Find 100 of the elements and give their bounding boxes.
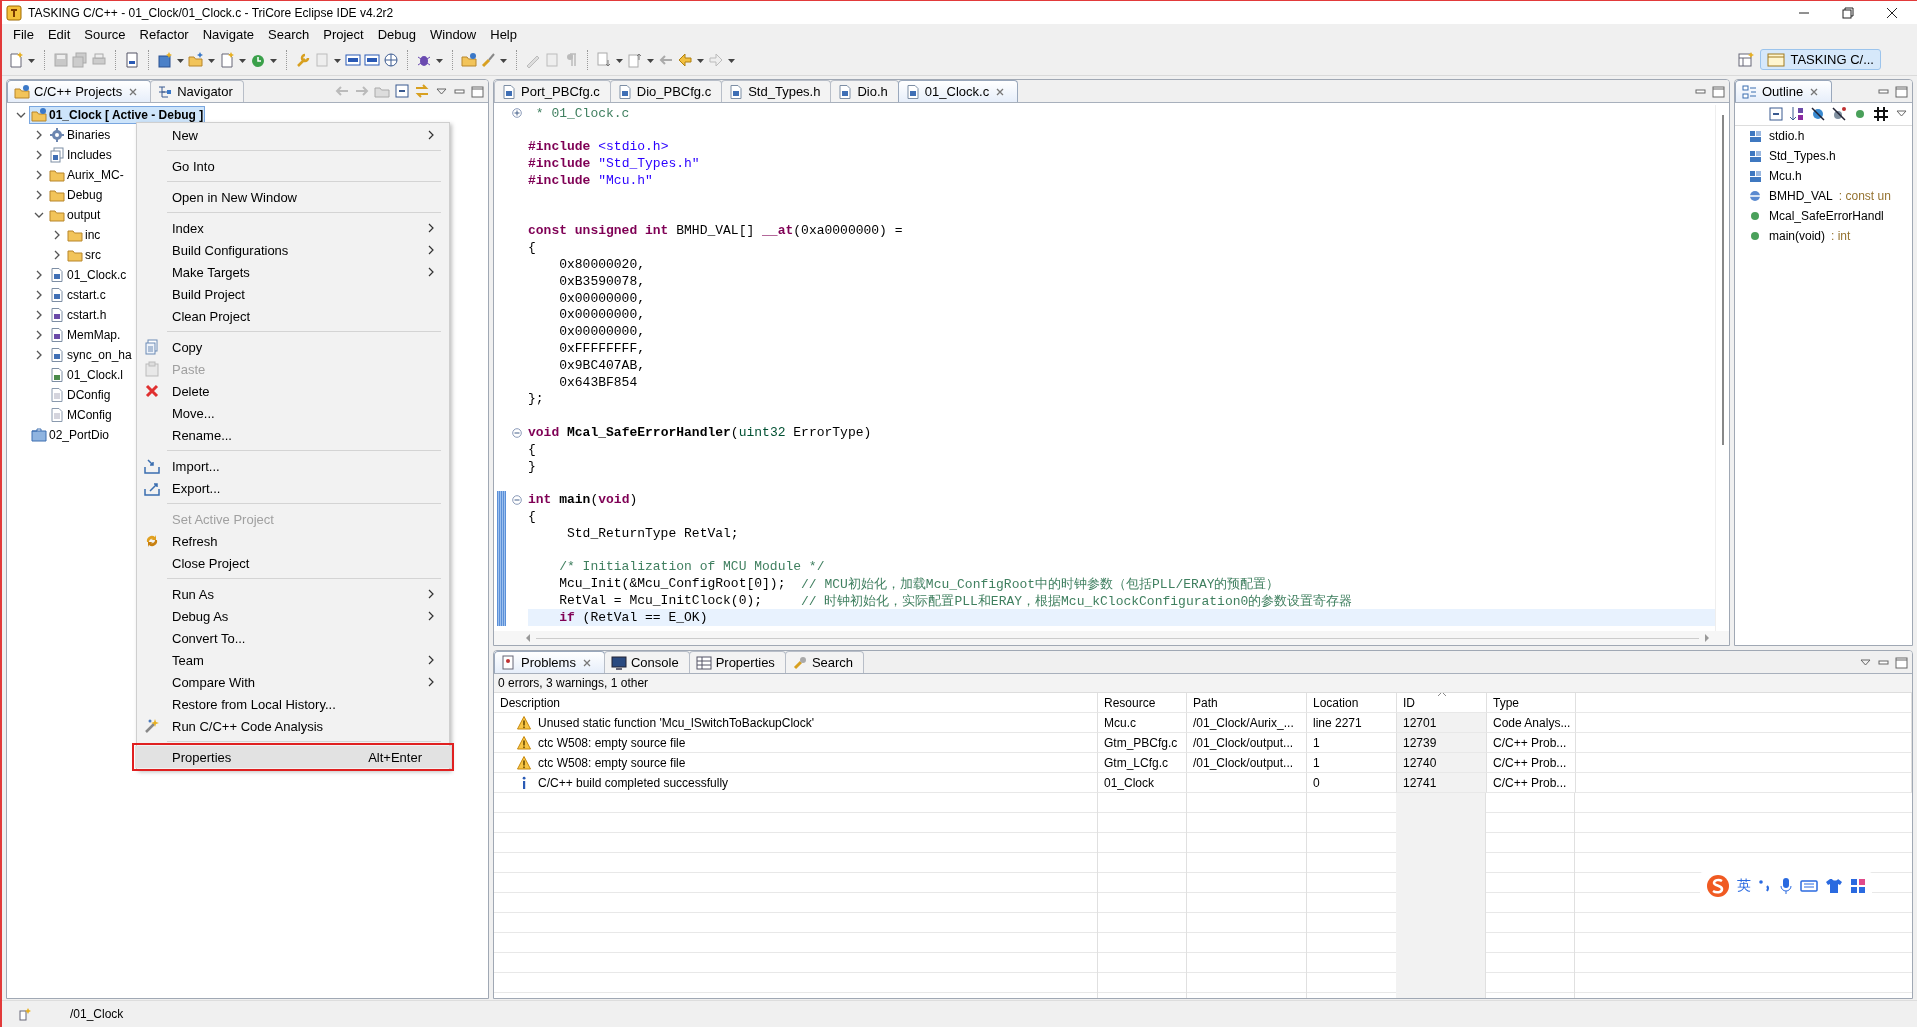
tab[interactable]: Std_Types.h (721, 80, 832, 102)
collapse-fold-icon[interactable] (512, 427, 522, 438)
maximize-icon[interactable] (470, 84, 484, 98)
tree-item[interactable]: sync_on_ha (47, 346, 134, 364)
menu-item[interactable]: Help (483, 26, 524, 42)
folder-icon[interactable] (461, 51, 477, 68)
outline-item[interactable]: Mcu.h (1735, 166, 1912, 186)
close-icon[interactable] (1885, 5, 1899, 20)
tree-item[interactable]: 01_Clock [ Active - Debug ] (29, 106, 206, 124)
collapse-all-icon[interactable] (394, 83, 410, 99)
menu-item[interactable]: Debug As (139, 605, 447, 627)
grid-icon[interactable] (1850, 878, 1866, 894)
tab[interactable]: Console (603, 651, 690, 673)
menu-item[interactable]: Project (316, 26, 371, 42)
restore-icon[interactable] (1841, 5, 1855, 20)
menu-item[interactable]: Index (139, 217, 447, 239)
menu-item[interactable]: Close Project (139, 552, 447, 574)
tree-item[interactable]: cstart.c (47, 286, 108, 304)
chip-icon[interactable] (364, 51, 380, 68)
menu-item[interactable]: Refactor (132, 26, 196, 42)
menu-item[interactable]: Debug (370, 26, 423, 42)
menu-item[interactable]: Export... (139, 477, 447, 499)
maximize-icon[interactable] (1894, 655, 1908, 669)
tree-item[interactable]: Includes (47, 146, 114, 164)
tab[interactable]: Properties (688, 651, 786, 673)
outline-item[interactable]: Mcal_SafeErrorHandl (1735, 206, 1912, 226)
shirt-icon[interactable] (1825, 878, 1843, 894)
tab[interactable]: Search (784, 651, 865, 673)
menu-item[interactable]: Clean Project (139, 305, 447, 327)
outline-item[interactable]: Std_Types.h (1735, 146, 1912, 166)
tree-item[interactable]: MConfig (47, 406, 114, 424)
tree-item[interactable]: Aurix_MC- (47, 166, 126, 184)
tab[interactable]: Dio_PBCfg.c (609, 80, 723, 102)
tree-item[interactable]: cstart.h (47, 306, 109, 324)
menu-item[interactable]: Window (423, 26, 484, 42)
outline-item[interactable]: stdio.h (1735, 126, 1912, 146)
tab[interactable]: Navigator (150, 80, 244, 102)
maximize-icon[interactable] (1894, 84, 1908, 98)
sort-icon[interactable] (1789, 106, 1805, 122)
tab[interactable]: Outline (1735, 80, 1833, 102)
tree-item[interactable]: 01_Clock.c (47, 266, 129, 284)
open-perspective-icon[interactable] (1738, 51, 1755, 68)
menu-item[interactable]: Copy (139, 336, 447, 358)
hash-icon[interactable] (1873, 106, 1889, 122)
menu-item[interactable]: Make Targets (139, 261, 447, 283)
perspective-button[interactable]: TASKING C/... (1760, 49, 1881, 70)
hide-static-icon[interactable] (1831, 106, 1847, 122)
maximize-icon[interactable] (1711, 84, 1725, 98)
menu-item[interactable]: Delete (139, 380, 447, 402)
menu-item[interactable]: Move... (139, 402, 447, 424)
menu-item[interactable]: Compare With (139, 671, 447, 693)
menu-item[interactable]: Build Project (139, 283, 447, 305)
tab[interactable]: C/C++ Projects (7, 80, 152, 102)
menu-item[interactable]: Properties Alt+Enter (135, 746, 451, 768)
chip-icon[interactable] (345, 51, 361, 68)
menu-item[interactable]: Convert To... (139, 627, 447, 649)
menu-item[interactable]: Rename... (139, 424, 447, 446)
menu-item[interactable]: Build Configurations (139, 239, 447, 261)
tree-item[interactable]: DConfig (47, 386, 113, 404)
tree-item[interactable]: Debug (47, 186, 105, 204)
binary-document-icon[interactable] (124, 51, 140, 68)
folder-star-icon[interactable] (188, 51, 204, 68)
tab[interactable]: Port_PBCfg.c (494, 80, 611, 102)
tree-item[interactable]: 01_Clock.l (47, 366, 126, 384)
menu-item[interactable]: Source (77, 26, 133, 42)
menu-item[interactable]: File (6, 26, 41, 42)
menu-item[interactable]: Open in New Window (139, 186, 447, 208)
globe-icon[interactable] (383, 51, 399, 68)
microphone-icon[interactable] (1779, 877, 1793, 895)
menu-item[interactable]: Restore from Local History... (139, 693, 447, 715)
tree-item[interactable]: output (47, 206, 103, 224)
keyboard-icon[interactable] (1800, 879, 1818, 893)
menu-item[interactable]: Import... (139, 455, 447, 477)
collapse-fold-icon[interactable] (512, 494, 522, 505)
menu-item[interactable]: Run As (139, 583, 447, 605)
expand-fold-icon[interactable] (512, 108, 522, 119)
tree-item[interactable]: src (65, 246, 103, 264)
menu-item[interactable]: New (139, 124, 447, 146)
scroll-right-icon[interactable] (1703, 633, 1711, 643)
tab[interactable]: Problems (494, 651, 605, 673)
tree-item[interactable]: MemMap. (47, 326, 123, 344)
menu-item[interactable]: Go Into (139, 155, 447, 177)
scroll-left-icon[interactable] (524, 633, 532, 643)
menu-item[interactable]: Team (139, 649, 447, 671)
input-mode-button[interactable]: 英 (1737, 877, 1751, 895)
tree-item[interactable]: 02_PortDio (29, 426, 112, 444)
tree-item[interactable]: Binaries (47, 126, 113, 144)
menu-item[interactable]: Run C/C++ Code Analysis (139, 715, 447, 737)
ime-logo-icon[interactable] (1706, 874, 1730, 898)
menu-item[interactable]: Refresh (139, 530, 447, 552)
outline-item[interactable]: BMHD_VAL : const un (1735, 186, 1912, 206)
punctuation-icon[interactable] (1758, 878, 1772, 894)
menu-item[interactable]: Edit (40, 26, 78, 42)
collapse-all-icon[interactable] (1768, 106, 1784, 122)
outline-item[interactable]: main(void) : int (1735, 226, 1912, 246)
tab[interactable]: 01_Clock.c (897, 80, 1019, 102)
hide-fields-icon[interactable] (1810, 106, 1826, 122)
menu-item[interactable]: Navigate (195, 26, 261, 42)
menu-item[interactable]: Search (261, 26, 317, 42)
tab[interactable]: Dio.h (830, 80, 899, 102)
